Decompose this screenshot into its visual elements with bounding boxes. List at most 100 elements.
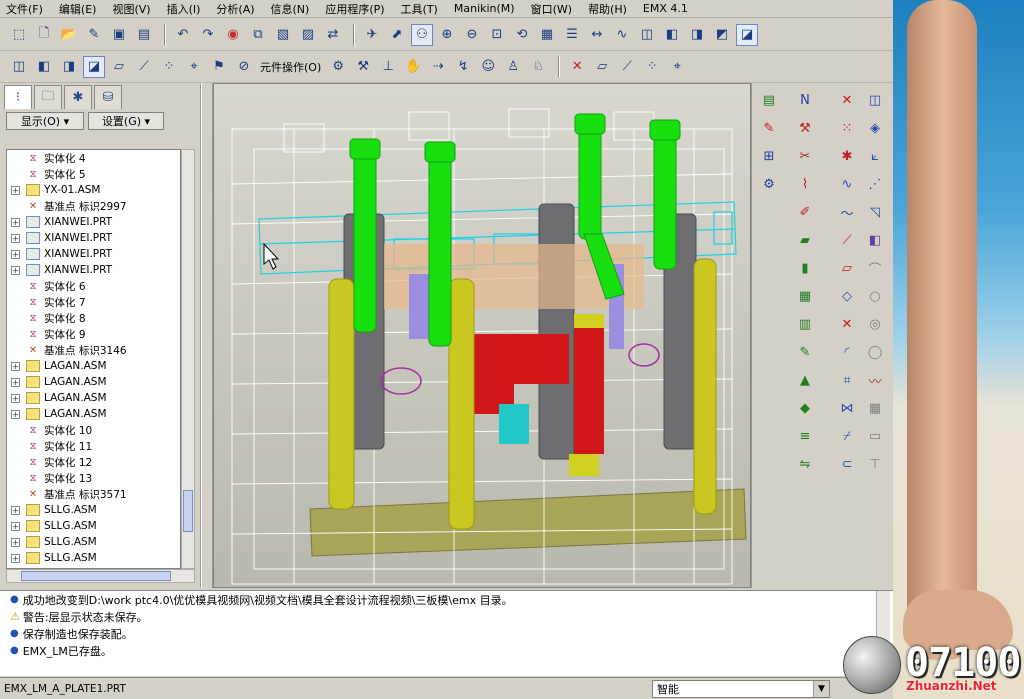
datum-plane-icon[interactable]: ▱	[108, 56, 130, 78]
menu-applications[interactable]: 应用程序(P)	[325, 1, 384, 17]
offset-icon[interactable]: ⊂	[836, 453, 858, 475]
tree-item[interactable]: ⧖ 实体化 13	[7, 470, 180, 486]
menu-view[interactable]: 视图(V)	[112, 1, 150, 17]
close-window-icon[interactable]: ✕	[566, 56, 588, 78]
datum-point-tool-icon[interactable]: ▦	[794, 285, 816, 307]
tree-hscroll-thumb[interactable]	[21, 571, 171, 581]
datum-point-x-icon[interactable]: ✕	[836, 89, 858, 111]
tree-item[interactable]: ✕ 基准点 标识3571	[7, 486, 180, 502]
favorites-tab-icon[interactable]: ✱	[64, 85, 92, 109]
tree-scroll-thumb[interactable]	[183, 490, 193, 532]
orient-mode-icon[interactable]: ⬈	[386, 24, 408, 46]
datum-plane-tool-icon[interactable]: ▰	[794, 229, 816, 251]
expand-icon[interactable]: +	[11, 217, 20, 227]
shaded-view-icon[interactable]: ◪	[736, 23, 758, 46]
datum-axis-tool-icon[interactable]: ▮	[794, 257, 816, 279]
menu-emx[interactable]: EMX 4.1	[643, 2, 688, 15]
axis-display-icon[interactable]: ⟋	[616, 56, 638, 78]
wireframe-icon[interactable]: ◫	[636, 24, 658, 46]
round-icon[interactable]: ◜	[836, 341, 858, 363]
cube-shaded-icon[interactable]: ◪	[83, 55, 105, 78]
mold-layout-icon[interactable]: ⚙	[327, 56, 349, 78]
tree-item[interactable]: + LAGAN.ASM	[7, 406, 180, 422]
no-hidden-icon[interactable]: ◨	[686, 24, 708, 46]
save-copy-icon[interactable]: ▤	[133, 24, 155, 46]
dot-grid-icon[interactable]: ⁙	[836, 117, 858, 139]
expand-icon[interactable]: +	[11, 521, 20, 531]
hand-icon[interactable]: ✋	[402, 56, 424, 78]
manikin-pose-icon[interactable]: ♙	[502, 56, 524, 78]
fill-icon[interactable]: ▭	[864, 425, 886, 447]
menu-insert[interactable]: 插入(I)	[167, 1, 201, 17]
refit-icon[interactable]: ⊡	[486, 24, 508, 46]
tree-item[interactable]: ✕ 基准点 标识2997	[7, 198, 180, 214]
menu-help[interactable]: 帮助(H)	[588, 1, 627, 17]
menu-edit[interactable]: 编辑(E)	[59, 1, 97, 17]
annotation-icon[interactable]: ⚑	[208, 56, 230, 78]
regenerate-icon[interactable]: ◉	[222, 24, 244, 46]
plane-display-icon[interactable]: ▱	[591, 56, 613, 78]
manikin-walk-icon[interactable]: ♘	[527, 56, 549, 78]
panel-sash[interactable]	[201, 83, 213, 588]
rib-icon[interactable]: ⟀	[864, 145, 886, 167]
chamfer-icon[interactable]: ◹	[864, 201, 886, 223]
star-point-icon[interactable]: ✱	[836, 145, 858, 167]
mold-base-icon[interactable]: ▤	[758, 89, 780, 111]
expand-icon[interactable]: +	[11, 361, 20, 371]
plane-icon[interactable]: ▱	[836, 257, 858, 279]
folder-browser-tab-icon[interactable]: 🗀	[34, 85, 62, 109]
layers-icon[interactable]: ☰	[561, 24, 583, 46]
point-display-icon[interactable]: ⁘	[641, 56, 663, 78]
tree-item[interactable]: ⧖ 实体化 12	[7, 454, 180, 470]
trim-icon[interactable]: ⌿	[836, 425, 858, 447]
tree-item[interactable]: ⧖ 实体化 9	[7, 326, 180, 342]
expand-icon[interactable]: +	[11, 185, 20, 195]
tree-horizontal-scrollbar[interactable]	[6, 569, 195, 583]
component-icon[interactable]: ⚙	[758, 173, 780, 195]
tee-icon[interactable]: ⊤	[864, 453, 886, 475]
expand-icon[interactable]: +	[11, 409, 20, 419]
copy-icon[interactable]: ⧉	[247, 24, 269, 46]
lifter-icon[interactable]: ✂	[794, 145, 816, 167]
expand-icon[interactable]: +	[11, 265, 20, 275]
pencil-icon[interactable]: ✎	[758, 117, 780, 139]
tree-item[interactable]: + LAGAN.ASM	[7, 390, 180, 406]
saved-views-icon[interactable]: ▦	[536, 24, 558, 46]
tree-item[interactable]: + SLLG.ASM	[7, 518, 180, 534]
datum-csys-icon[interactable]: ⌖	[183, 56, 205, 78]
blend-tool-icon[interactable]: ⇋	[794, 453, 816, 475]
slide-icon[interactable]: ✐	[794, 201, 816, 223]
menu-tools[interactable]: 工具(T)	[401, 1, 438, 17]
tree-item[interactable]: + XIANWEI.PRT	[7, 246, 180, 262]
cube-icon[interactable]: ◫	[8, 56, 30, 78]
chevron-down-icon[interactable]: ▼	[813, 681, 829, 697]
brush-icon[interactable]: ✎	[83, 24, 105, 46]
expand-icon[interactable]: +	[11, 249, 20, 259]
repaint-icon[interactable]: ⇄	[322, 24, 344, 46]
tree-item[interactable]: + YX-01.ASM	[7, 182, 180, 198]
expand-icon[interactable]: +	[11, 393, 20, 403]
tree-item[interactable]: + SLLG.ASM	[7, 502, 180, 518]
settings-dropdown[interactable]: 设置(G) ▾	[88, 112, 164, 130]
zoom-out-icon[interactable]: ⊖	[461, 24, 483, 46]
manikin-icon[interactable]: ☺	[477, 56, 499, 78]
open-folder-icon[interactable]: 📂	[58, 24, 80, 46]
paste-special-icon[interactable]: ▨	[297, 24, 319, 46]
tree-item[interactable]: ⧖ 实体化 8	[7, 310, 180, 326]
mirror-icon[interactable]: ◧	[864, 229, 886, 251]
graphics-window[interactable]	[213, 83, 751, 588]
grid-icon[interactable]: ▦	[864, 397, 886, 419]
undo-icon[interactable]: ↶	[172, 24, 194, 46]
tree-item[interactable]: ⧖ 实体化 5	[7, 166, 180, 182]
tree-item[interactable]: ✕ 基准点 标识3146	[7, 342, 180, 358]
new-file-icon[interactable]: 🗋	[33, 24, 55, 46]
network-icon[interactable]: ⚇	[411, 23, 433, 46]
csys-display-icon[interactable]: ⌖	[666, 56, 688, 78]
redo-icon[interactable]: ↷	[197, 24, 219, 46]
expand-icon[interactable]: +	[11, 233, 20, 243]
revolve-tool-icon[interactable]: ◆	[794, 397, 816, 419]
tree-item[interactable]: + XIANWEI.PRT	[7, 230, 180, 246]
sketch-tool-icon[interactable]: ✎	[794, 341, 816, 363]
extrude-tool-icon[interactable]: ▲	[794, 369, 816, 391]
pattern-icon[interactable]: ⌗	[836, 369, 858, 391]
